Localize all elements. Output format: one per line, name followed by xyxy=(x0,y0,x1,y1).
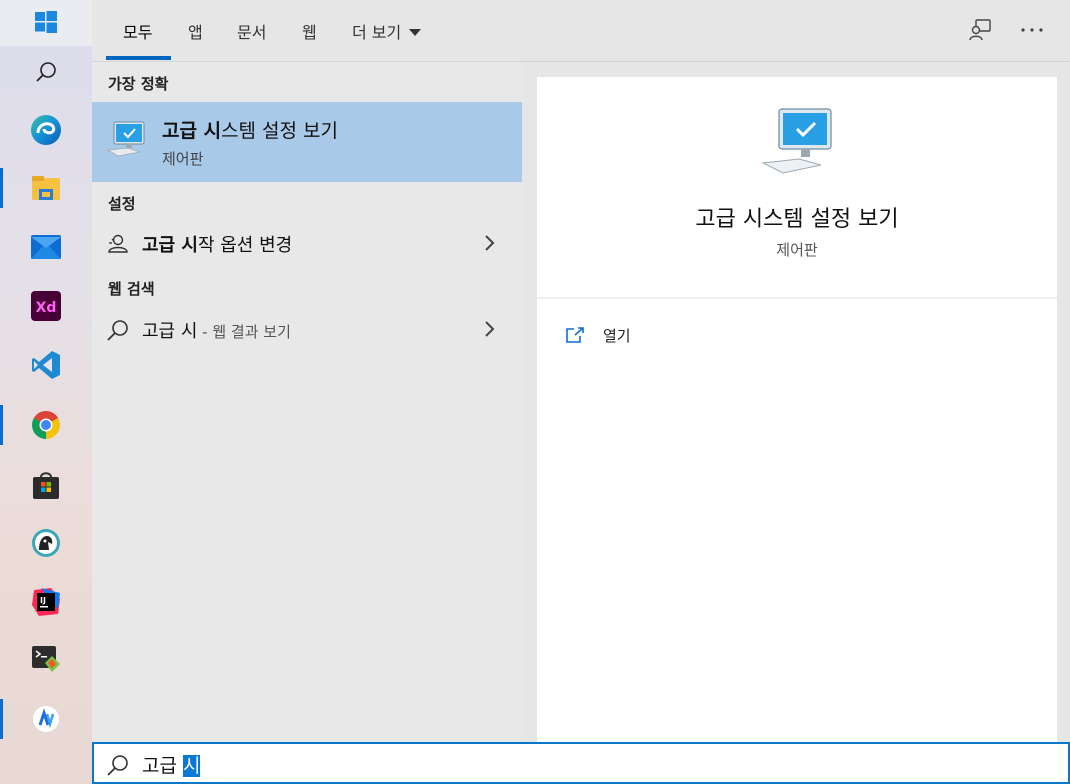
active-tab-indicator xyxy=(106,56,171,60)
web-search-result[interactable]: 고급 시 - 웹 결과 보기 xyxy=(92,306,522,354)
file-explorer-icon xyxy=(32,176,60,200)
tab-all[interactable]: 모두 xyxy=(123,0,152,62)
terminal-app[interactable] xyxy=(0,632,92,688)
windows-start-button[interactable] xyxy=(0,0,92,50)
chevron-right-icon xyxy=(485,321,495,337)
adobe-xd-icon: Xd xyxy=(31,291,61,321)
tab-label: 더 보기 xyxy=(352,23,402,42)
terminal-app-icon xyxy=(32,646,60,672)
svg-text:Xd: Xd xyxy=(36,300,57,316)
chevron-right-icon xyxy=(485,235,495,251)
web-search-header: 웹 검색 xyxy=(108,280,155,298)
tab-documents[interactable]: 문서 xyxy=(237,0,266,62)
windows-start-icon xyxy=(35,11,57,33)
preview-subtitle: 제어판 xyxy=(776,241,818,259)
search-box[interactable]: 고급 시 xyxy=(92,742,1070,784)
open-external-icon xyxy=(566,327,584,343)
caret-down-icon xyxy=(409,28,422,36)
store-app[interactable] xyxy=(0,457,92,513)
settings-result-label: 고급 시작 옵션 변경 xyxy=(142,235,293,256)
intellij-icon: IJ xyxy=(32,588,60,616)
more-icon xyxy=(1021,28,1043,32)
mail-icon xyxy=(31,235,61,259)
best-match-result[interactable]: 고급 시스템 설정 보기 제어판 xyxy=(92,102,522,182)
tab-apps[interactable]: 앱 xyxy=(188,0,203,62)
search-selected-text: 시 xyxy=(183,755,201,777)
search-text: 고급 xyxy=(142,755,183,777)
tab-label: 앱 xyxy=(188,23,203,42)
active-app-indicator xyxy=(0,405,3,445)
search-tab-bar: 모두 앱 문서 웹 더 보기 xyxy=(92,0,1070,62)
tab-label: 문서 xyxy=(237,23,267,42)
chrome-app[interactable] xyxy=(0,397,92,453)
best-match-title: 고급 시스템 설정 보기 xyxy=(162,120,339,142)
tab-more[interactable]: 더 보기 xyxy=(352,0,422,62)
feedback-icon xyxy=(969,19,991,41)
store-icon xyxy=(33,472,59,499)
open-label: 열기 xyxy=(603,326,631,345)
active-app-indicator xyxy=(0,699,3,739)
search-input[interactable]: 고급 시 xyxy=(142,751,201,778)
settings-result[interactable]: 고급 시작 옵션 변경 xyxy=(92,220,522,268)
tab-label: 웹 xyxy=(302,23,317,42)
settings-header: 설정 xyxy=(108,195,136,213)
best-match-header: 가장 정확 xyxy=(108,75,169,93)
search-icon xyxy=(36,62,56,82)
svg-text:IJ: IJ xyxy=(40,596,46,605)
app-launcher[interactable] xyxy=(0,515,92,571)
preview-title: 고급 시스템 설정 보기 xyxy=(695,207,899,232)
divider xyxy=(537,297,1057,299)
results-panel: 가장 정확 고급 시스템 설정 보기 제어판 설정 고급 시작 옵션 변경 웹 … xyxy=(92,62,522,742)
active-app-indicator xyxy=(0,168,3,208)
more-options-button[interactable] xyxy=(1016,14,1048,46)
adobe-xd-app[interactable]: Xd xyxy=(0,278,92,334)
feedback-button[interactable] xyxy=(964,14,996,46)
app-launcher-2[interactable] xyxy=(0,691,92,747)
edge-app[interactable] xyxy=(0,102,92,158)
open-action[interactable]: 열기 xyxy=(565,321,631,349)
best-match-subtitle: 제어판 xyxy=(162,150,204,168)
app-icon-2 xyxy=(33,706,59,732)
search-icon xyxy=(107,320,128,341)
startup-settings-icon xyxy=(108,234,128,253)
vscode-icon xyxy=(32,351,60,379)
taskbar-rail: Xd IJ xyxy=(0,0,92,784)
tab-web[interactable]: 웹 xyxy=(302,0,317,62)
edge-icon xyxy=(31,115,61,145)
vscode-app[interactable] xyxy=(0,337,92,393)
preview-panel: 고급 시스템 설정 보기 제어판 열기 xyxy=(537,77,1057,742)
intellij-app[interactable]: IJ xyxy=(0,574,92,630)
mail-app[interactable] xyxy=(0,219,92,275)
computer-icon xyxy=(761,108,832,174)
search-button[interactable] xyxy=(0,44,92,100)
file-explorer-app[interactable] xyxy=(0,160,92,216)
tab-label: 모두 xyxy=(123,23,153,42)
app-icon xyxy=(32,529,60,557)
chrome-icon xyxy=(32,411,60,439)
web-search-label: 고급 시 - 웹 결과 보기 xyxy=(142,321,291,342)
computer-icon xyxy=(106,121,145,157)
search-icon xyxy=(107,755,128,776)
